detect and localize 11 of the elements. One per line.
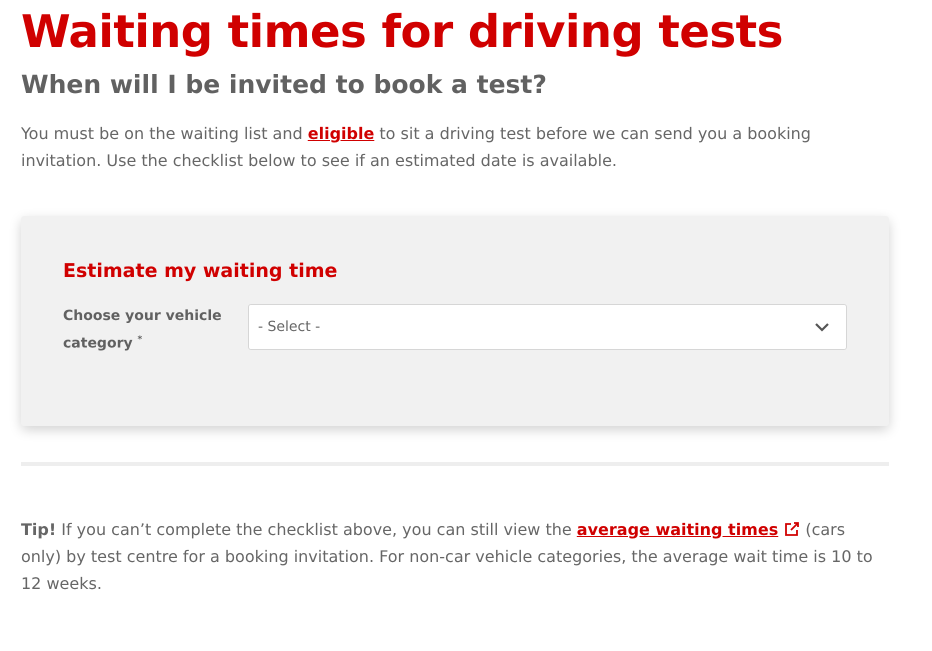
- external-link-icon: [784, 520, 800, 537]
- page-subtitle: When will I be invited to book a test?: [21, 69, 548, 101]
- intro-paragraph: You must be on the waiting list and eligible to sit a driving test before we can send you a booking invitation. Use the checklist below to see if an estimated date is available.: [21, 123, 812, 172]
- tip-paragraph: Tip! If you can’t complete the checklist above, you can still view the average waiting times (cars only) by test centre for a booking invitation. For non-car vehicle categories, the average wait time is 10 to 12 weeks.: [21, 518, 874, 595]
- vehicle-category-select[interactable]: - Select -: [248, 304, 847, 350]
- eligible-link[interactable]: eligible: [308, 124, 374, 143]
- card-title: Estimate my waiting time: [63, 260, 338, 282]
- chevron-icon: [814, 322, 830, 332]
- field-label: Choose your vehicle category $^{*}$: [63, 307, 223, 354]
- page-title: Waiting times for driving tests: [21, 4, 784, 60]
- average-waiting-times-link[interactable]: average waiting times: [576, 520, 800, 539]
